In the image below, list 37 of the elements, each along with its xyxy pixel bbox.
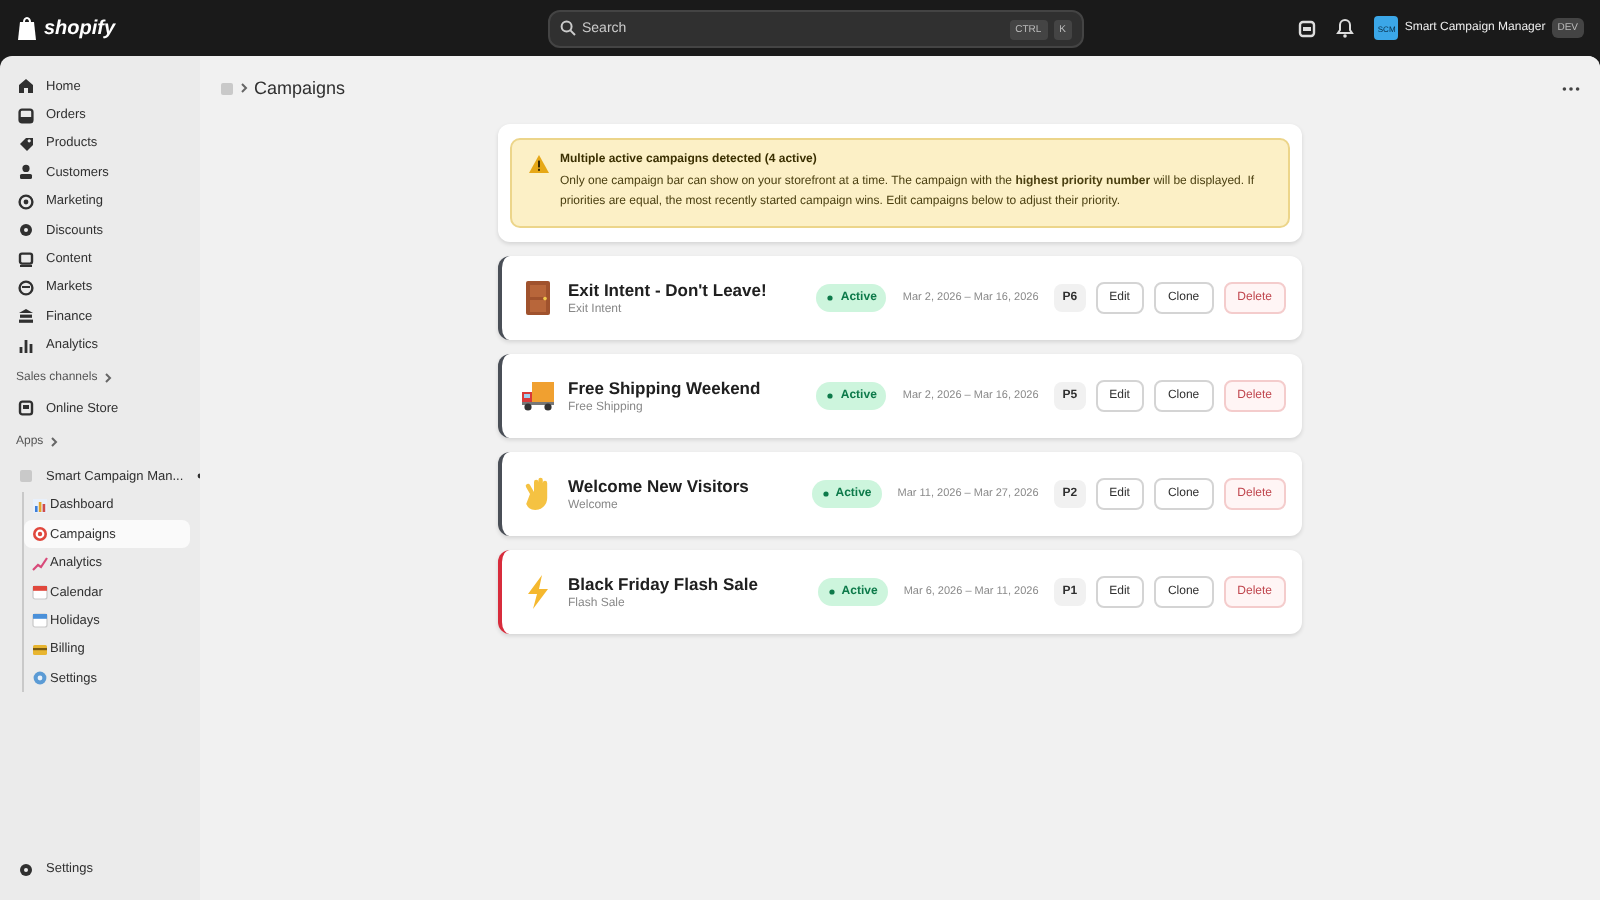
app-icon: [18, 468, 34, 485]
calendar-icon: [32, 612, 48, 629]
person-icon: [18, 164, 34, 181]
truck-icon: [520, 380, 556, 412]
logo-text: shopify: [44, 17, 116, 39]
tray-icon: [18, 107, 34, 124]
more-icon[interactable]: [1562, 85, 1580, 91]
home-icon: [18, 78, 34, 95]
bell-icon[interactable]: [1336, 18, 1355, 38]
search-icon: [560, 20, 576, 36]
page-title: Campaigns: [254, 78, 346, 98]
gear-icon: [18, 861, 34, 878]
bar-chart-icon: [18, 337, 34, 354]
store-icon[interactable]: [1298, 19, 1317, 37]
door-icon: [524, 280, 552, 316]
gear-icon: [32, 670, 48, 687]
trend-line-icon: [32, 555, 48, 572]
target-icon: [18, 193, 34, 210]
storefront-icon: [18, 400, 34, 417]
calendar-icon: [32, 584, 48, 601]
chevron-icon: [49, 435, 58, 448]
campaign-name: Free Shipping Weekend: [568, 378, 763, 398]
campaign-name: Black Friday Flash Sale: [568, 574, 760, 594]
lightning-icon: [526, 574, 550, 610]
chevron-icon: [240, 82, 248, 94]
bar-chart-icon: [32, 497, 48, 514]
tag-icon: [18, 135, 34, 152]
document-icon: [18, 251, 34, 268]
target-icon: [32, 526, 48, 543]
bank-icon: [18, 308, 34, 325]
gear-icon: [18, 222, 34, 239]
warning-icon: [528, 154, 550, 174]
bag-icon: [16, 15, 38, 41]
chevron-icon: [103, 372, 112, 385]
card-icon: [32, 641, 48, 658]
campaign-name: Welcome New Visitors: [568, 476, 751, 496]
campaign-name: Exit Intent - Don't Leave!: [568, 280, 769, 300]
